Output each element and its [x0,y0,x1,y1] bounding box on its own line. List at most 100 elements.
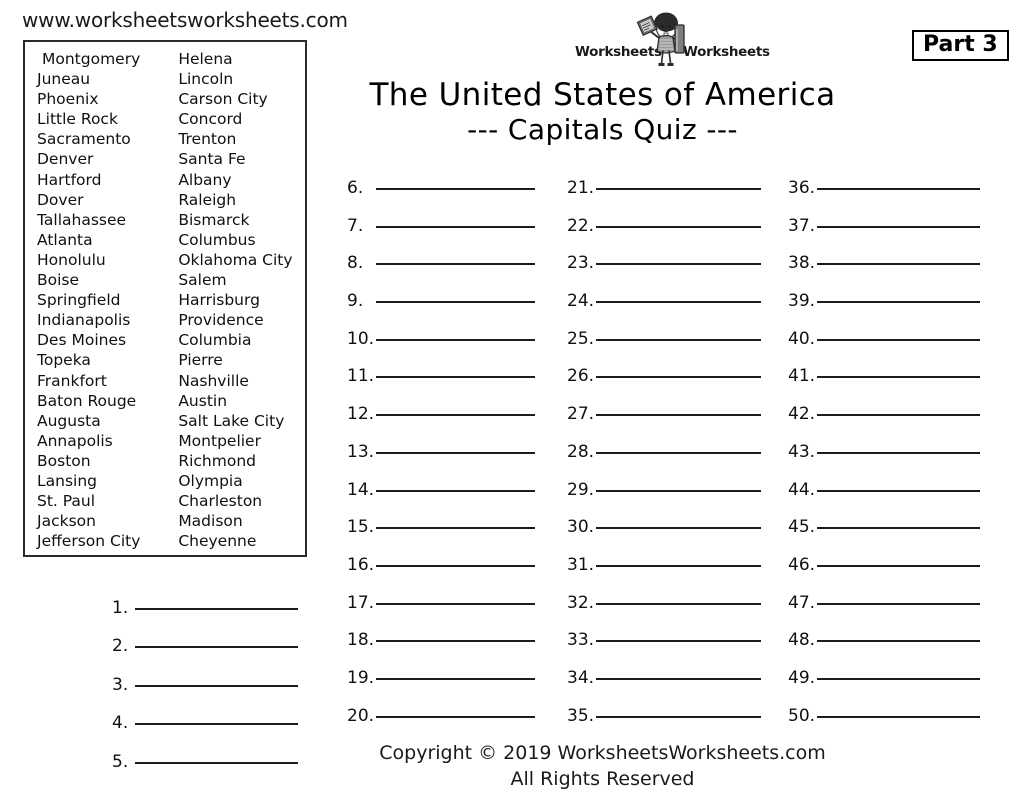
answer-row: 28. [567,442,761,480]
word-bank-item: Augusta [37,411,101,430]
answer-blank-line[interactable] [596,489,761,492]
answer-blank-line[interactable] [817,414,980,417]
answer-blank-line[interactable] [817,489,980,492]
word-bank-item: Albany [178,170,232,189]
word-bank-item: Sacramento [37,130,131,149]
answer-blank-line[interactable] [817,640,980,643]
answer-blank-line[interactable] [596,338,761,341]
word-bank-item: Pierre [178,351,223,370]
answer-blank-line[interactable] [376,489,535,492]
answer-number: 28. [567,441,595,462]
word-bank-item: Springfield [37,291,121,310]
word-bank-item: Annapolis [37,431,113,450]
answer-blank-line[interactable] [376,527,535,530]
answer-number: 16. [347,554,375,575]
word-bank-item: Lincoln [178,70,234,89]
answer-blank-line[interactable] [596,602,761,605]
answer-blank-line[interactable] [817,602,980,605]
answer-number: 15. [347,517,375,538]
word-bank-item: Bismarck [178,210,250,229]
answer-number: 33. [567,630,595,651]
student-with-books-icon [636,12,685,66]
answer-blank-line[interactable] [376,225,535,228]
answer-blank-line[interactable] [376,414,535,417]
answer-row: 3. [112,675,298,713]
answer-number: 48. [788,630,816,651]
answer-blank-line[interactable] [135,684,298,687]
answer-blank-line[interactable] [596,451,761,454]
answer-number: 6. [347,178,364,198]
answer-row: 35. [567,706,761,744]
answer-blank-line[interactable] [376,188,535,190]
answer-row: 17. [347,593,535,631]
answer-row: 19. [347,668,535,706]
word-bank-item: Concord [178,110,243,129]
answer-number: 3. [112,674,129,695]
answer-blank-line[interactable] [817,188,980,190]
answer-blank-line[interactable] [596,527,761,530]
answer-blank-line[interactable] [376,564,535,567]
answer-blank-line[interactable] [596,301,761,304]
answer-blank-line[interactable] [817,338,980,341]
answer-row: 18. [347,630,535,668]
answer-blank-line[interactable] [817,301,980,304]
answer-blank-line[interactable] [817,715,980,718]
answer-blank-line[interactable] [376,677,535,680]
answer-blank-line[interactable] [817,376,980,379]
answer-blank-line[interactable] [376,376,535,379]
answer-blank-line[interactable] [376,338,535,341]
word-bank-item: Hartford [37,170,102,189]
answer-number: 41. [788,366,816,387]
word-bank-item: Cheyenne [178,532,257,551]
answer-blank-line[interactable] [596,715,761,718]
answer-blank-line[interactable] [376,602,535,605]
answer-row: 14. [347,480,535,518]
answer-blank-line[interactable] [817,527,980,530]
word-bank-item: Honolulu [37,250,106,269]
answer-blank-line[interactable] [596,640,761,643]
answer-blank-line[interactable] [596,263,761,266]
answer-blank-line[interactable] [817,263,980,266]
answer-blank-line[interactable] [135,646,298,649]
answer-number: 32. [567,592,595,613]
part-badge: Part 3 [912,30,1009,62]
answer-blank-line[interactable] [817,564,980,567]
answer-blank-line[interactable] [135,608,298,610]
answer-blank-line[interactable] [596,564,761,567]
answer-blank-line[interactable] [376,640,535,643]
answer-blank-line[interactable] [376,263,535,266]
answer-blank-line[interactable] [376,301,535,304]
answer-blank-line[interactable] [596,414,761,417]
answer-blank-line[interactable] [596,376,761,379]
answer-blank-line[interactable] [135,723,298,726]
answer-blank-line[interactable] [596,677,761,680]
answer-blank-line[interactable] [817,677,980,680]
answer-number: 37. [788,215,816,236]
answer-blank-line[interactable] [596,188,761,190]
footer-rights: All Rights Reserved [510,768,695,790]
answer-number: 38. [788,253,816,274]
answer-blank-line[interactable] [817,225,980,228]
answer-row: 49. [788,668,980,706]
answer-row: 27. [567,404,761,442]
answer-row: 15. [347,517,535,555]
word-bank-item: Salem [178,271,227,290]
answer-blank-line[interactable] [817,451,980,454]
answer-number: 21. [567,178,595,198]
answer-blank-line[interactable] [376,451,535,454]
answer-row: 8. [347,253,535,291]
answer-blank-line[interactable] [596,225,761,228]
answer-row: 12. [347,404,535,442]
answer-blank-line[interactable] [376,715,535,718]
answer-row: 2. [112,636,298,674]
answer-row: 41. [788,366,980,404]
word-bank-item: Madison [178,512,243,531]
word-bank-item: Nashville [178,371,249,390]
word-bank-item: Oklahoma City [178,250,293,269]
answer-row: 44. [788,480,980,518]
answer-row: 36. [788,178,980,216]
answer-number: 20. [347,705,375,726]
answer-number: 12. [347,404,375,425]
footer: Copyright © 2019 WorksheetsWorksheets.co… [85,740,1035,792]
answer-row: 39. [788,291,980,329]
